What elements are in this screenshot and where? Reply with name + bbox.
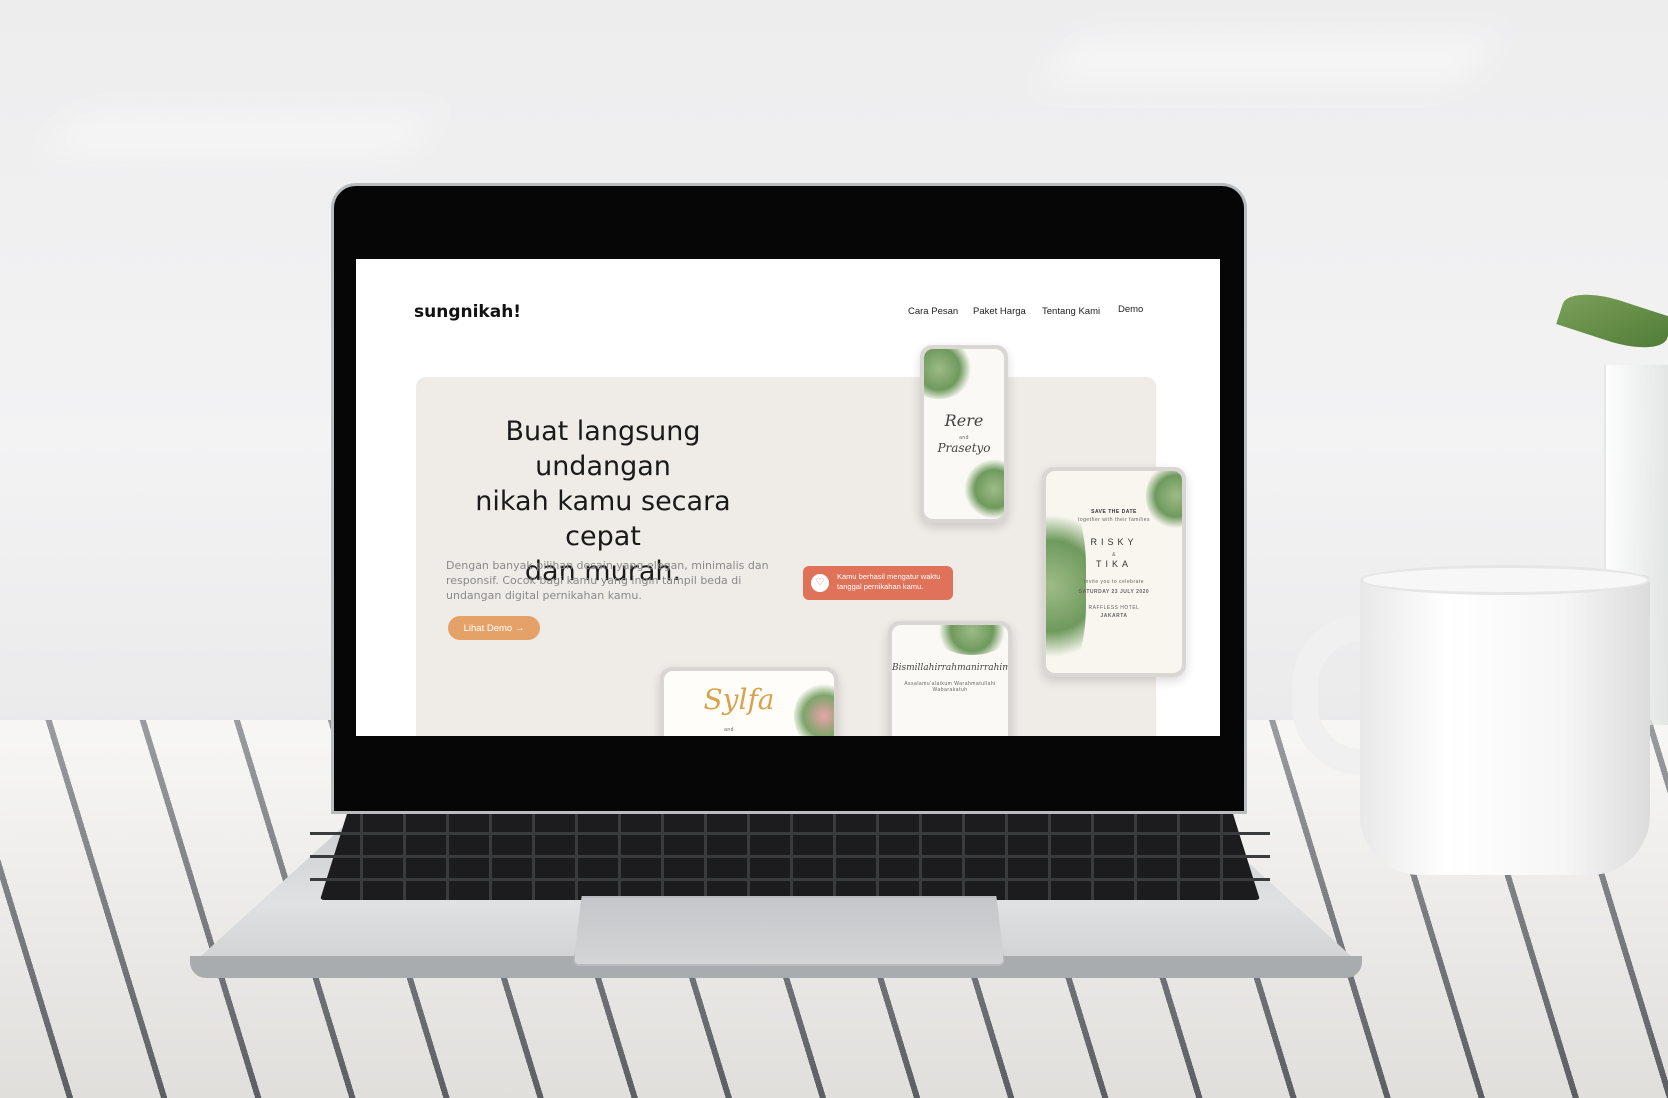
invitation-card-bismillah: Bismillahirrahmanirrahim Assalamu'alaiku… (888, 621, 1012, 736)
lihat-demo-button[interactable]: Lihat Demo → (448, 616, 540, 640)
coffee-mug (1360, 575, 1650, 875)
window-light (51, 120, 429, 150)
plant-leaf (1556, 284, 1668, 358)
hero-subtitle: Dengan banyak pilihan desain yang elegan… (446, 559, 769, 602)
heart-icon: ♡ (811, 574, 829, 592)
nav-paket-harga[interactable]: Paket Harga (973, 306, 1026, 317)
window-light (1048, 40, 1492, 80)
laptop-screen: sungnikah! Cara Pesan Paket Harga Tentan… (356, 259, 1220, 736)
nav-tentang-kami[interactable]: Tentang Kami (1042, 306, 1100, 317)
invitation-card-sylfa: Sylfa and (660, 667, 838, 736)
nav-demo[interactable]: Demo (1118, 304, 1143, 315)
site-logo[interactable]: sungnikah! (414, 302, 521, 322)
nav-cara-pesan[interactable]: Cara Pesan (908, 306, 958, 317)
trackpad (573, 896, 1005, 966)
invitation-card-rere: Rere and Prasetyo (920, 345, 1008, 523)
invitation-card-risky-tika: SAVE THE DATE together with their famili… (1042, 467, 1186, 677)
success-toast: ♡ Kamu berhasil mengatur waktu tanggal p… (803, 566, 953, 600)
